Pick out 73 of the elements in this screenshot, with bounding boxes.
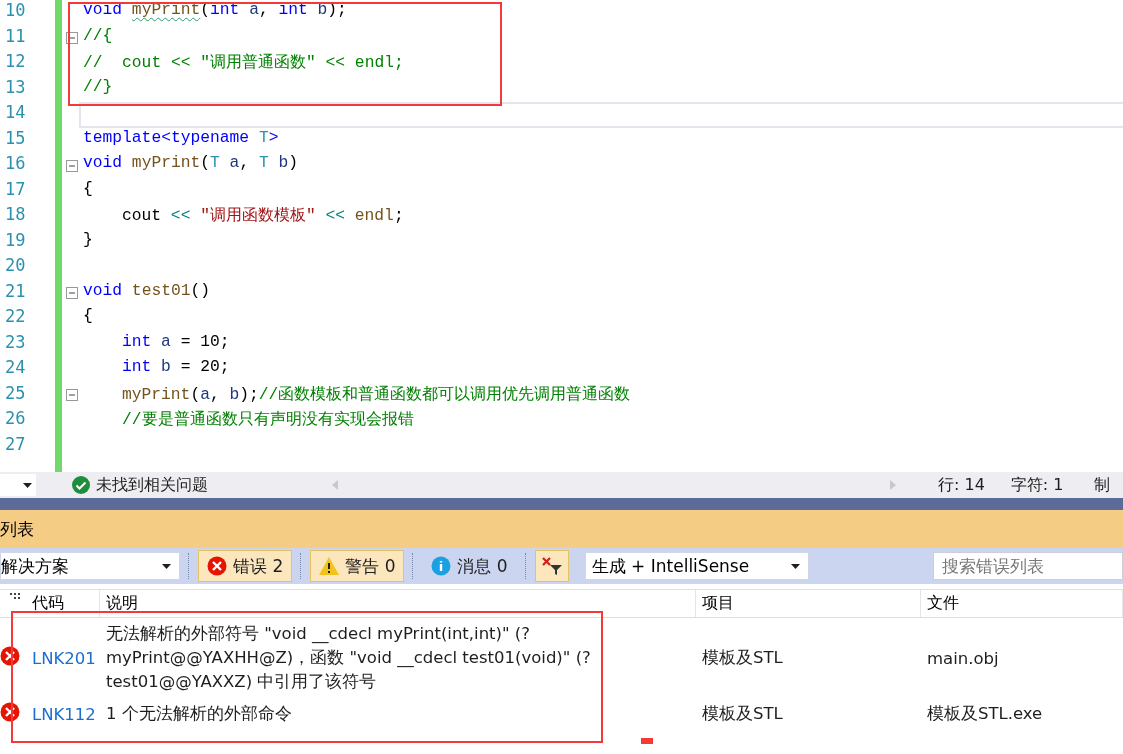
line-number: 14 xyxy=(4,102,27,124)
code-line: // cout << "调用普通函数" << endl; xyxy=(82,52,405,74)
scroll-right-icon[interactable] xyxy=(890,480,896,490)
grip-icon[interactable] xyxy=(10,593,20,601)
line-number: 10 xyxy=(4,0,27,22)
column-header[interactable]: 代码 xyxy=(26,590,100,617)
check-icon xyxy=(72,476,90,494)
error-description: 无法解析的外部符号 "void __cdecl myPrint(int,int)" (?myPrint@@YAXHH@Z)，函数 "void __cdecl test01(void)" (?test01@@YAXXZ) 中引用了该符号 xyxy=(105,623,592,693)
line-number: 12 xyxy=(4,51,27,73)
error-description: 1 个无法解析的外部命令 xyxy=(105,703,293,725)
build-source-dropdown[interactable]: 生成 + IntelliSense xyxy=(584,552,809,580)
line-number: 24 xyxy=(4,357,27,379)
collapse-icon[interactable] xyxy=(66,389,78,402)
project-cell-text: 模板及STL xyxy=(701,647,784,669)
column-header[interactable]: 说明 xyxy=(100,590,696,617)
column-header[interactable]: 文件 xyxy=(921,590,1123,617)
panel-title: 列表 xyxy=(0,517,34,541)
code-line: { xyxy=(82,306,94,327)
info-icon xyxy=(431,556,452,576)
column-indicator: 字符: 1 xyxy=(1010,474,1064,496)
file-cell-text: main.obj xyxy=(926,648,1000,668)
code-line: template<typename T> xyxy=(82,127,280,149)
code-line: void myPrint(T a, T b) xyxy=(82,153,300,174)
collapse-icon[interactable] xyxy=(66,287,78,300)
code-line: { xyxy=(82,178,94,200)
line-number: 21 xyxy=(4,280,27,303)
clear-filter-button[interactable] xyxy=(534,550,569,582)
line-number: 15 xyxy=(4,127,27,150)
line-number: 11 xyxy=(4,25,27,48)
error-code-link[interactable]: LNK201 xyxy=(32,648,96,668)
line-number: 18 xyxy=(4,204,27,226)
warning-icon xyxy=(319,557,340,575)
error-code-link[interactable]: LNK112 xyxy=(32,704,96,724)
caret-icon xyxy=(162,563,171,569)
line-indicator: 行: 14 xyxy=(938,474,985,496)
caret-icon xyxy=(23,482,32,488)
scope-dropdown[interactable]: 解决方案 xyxy=(0,552,180,580)
column-header[interactable]: 项目 xyxy=(696,590,921,617)
line-number: 23 xyxy=(4,331,27,354)
code-line: } xyxy=(82,229,94,251)
line-number: 25 xyxy=(4,382,27,405)
filter-clear-icon xyxy=(540,556,563,576)
line-number: 16 xyxy=(4,153,27,175)
project-cell-text: 模板及STL xyxy=(701,703,784,725)
line-number: 17 xyxy=(4,178,27,201)
status-message: 未找到相关问题 xyxy=(96,474,208,496)
error-icon xyxy=(207,556,227,576)
line-number: 13 xyxy=(4,76,27,99)
code-line: //} xyxy=(82,76,114,98)
line-number: 27 xyxy=(4,433,27,456)
line-number: 22 xyxy=(4,306,27,328)
caret-icon xyxy=(790,563,800,569)
code-line: int a = 10; xyxy=(121,331,231,353)
code-line: int b = 20; xyxy=(121,357,231,378)
line-number: 20 xyxy=(4,255,27,277)
file-cell-text: 模板及STL.exe xyxy=(926,703,1044,725)
annotation-mark xyxy=(641,738,653,744)
collapse-icon[interactable] xyxy=(66,159,78,172)
code-line: //{ xyxy=(82,25,114,47)
collapse-icon[interactable] xyxy=(66,32,78,45)
code-line: void test01() xyxy=(82,280,212,302)
scroll-left-icon[interactable] xyxy=(332,480,338,490)
tab-mode-indicator: 制 xyxy=(1093,474,1110,496)
line-number: 19 xyxy=(4,229,27,252)
dropdown[interactable] xyxy=(0,474,36,496)
code-line: cout << "调用函数模板" << endl; xyxy=(121,205,405,227)
warning-filter-button[interactable]: 警告 0 xyxy=(310,550,405,582)
info-filter-button[interactable]: 消息 0 xyxy=(422,550,517,582)
code-line: //要是普通函数只有声明没有实现会报错 xyxy=(121,409,415,431)
search-field[interactable]: 搜索错误列表 xyxy=(933,552,1123,580)
code-line: myPrint(a, b);//函数模板和普通函数都可以调用优先调用普通函数 xyxy=(121,383,632,406)
line-number: 26 xyxy=(4,408,27,430)
error-filter-button[interactable]: 错误 2 xyxy=(198,550,293,582)
